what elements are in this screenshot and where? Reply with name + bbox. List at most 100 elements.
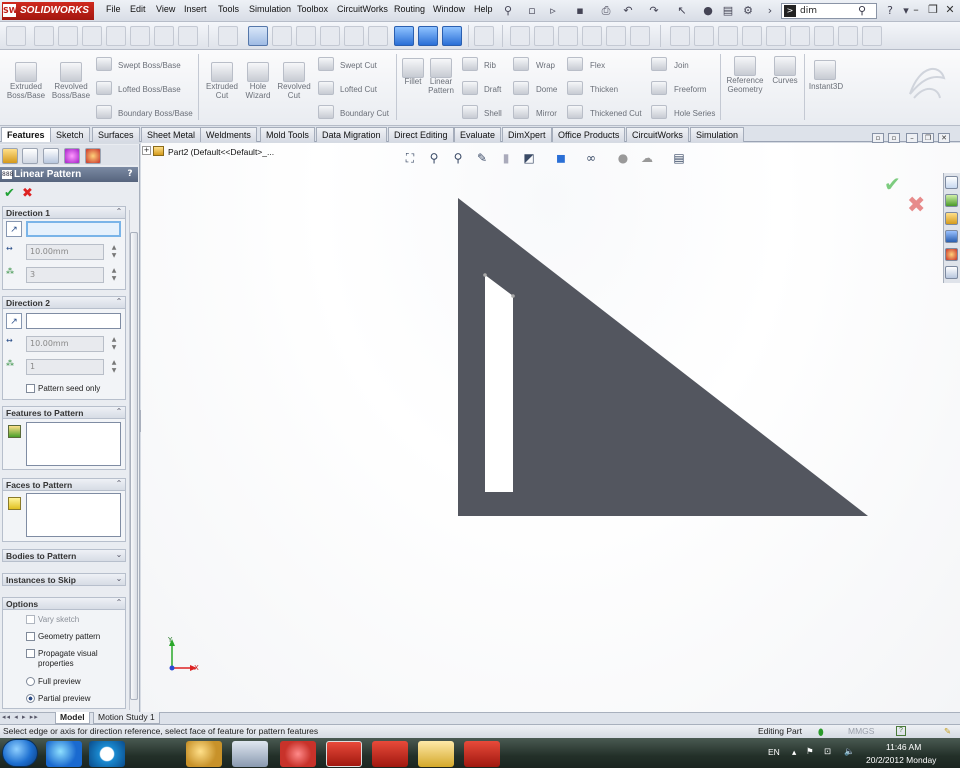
isometric-view-icon[interactable] bbox=[248, 26, 268, 46]
tab-features[interactable]: Features bbox=[1, 127, 51, 142]
internet-explorer-icon[interactable] bbox=[46, 741, 82, 767]
clock-time[interactable]: 11:46 AM bbox=[886, 742, 921, 752]
thicken-icon[interactable] bbox=[567, 81, 583, 95]
paint-icon[interactable] bbox=[186, 741, 222, 767]
thickened-cut-button[interactable]: Thickened Cut bbox=[590, 109, 642, 118]
table-format-icon[interactable] bbox=[838, 26, 858, 46]
collapse-up-icon[interactable]: ⌃ bbox=[114, 206, 124, 218]
linear-pattern-icon[interactable] bbox=[430, 58, 452, 78]
menu-circuitworks[interactable]: CircuitWorks bbox=[337, 4, 388, 14]
front-view-icon[interactable] bbox=[272, 26, 292, 46]
instances-spinner[interactable]: ▲ ▼ bbox=[110, 359, 118, 375]
reference-geometry-button[interactable]: Reference Geometry bbox=[722, 76, 768, 94]
tab-office-products[interactable]: Office Products bbox=[552, 127, 626, 142]
volume-icon[interactable]: 🔈 bbox=[844, 746, 855, 757]
table-icon[interactable] bbox=[670, 26, 690, 46]
file-properties-icon[interactable]: ▤ bbox=[720, 3, 736, 19]
help-question-icon[interactable]: ? bbox=[882, 3, 898, 19]
sketch-relation-icon[interactable] bbox=[58, 26, 78, 46]
geometry-pattern-checkbox[interactable] bbox=[26, 632, 35, 641]
menu-simulation[interactable]: Simulation bbox=[249, 4, 291, 14]
left-view-icon[interactable] bbox=[320, 26, 340, 46]
menu-help[interactable]: Help bbox=[474, 4, 493, 14]
direction1-reference-field[interactable] bbox=[26, 221, 121, 237]
mirror-icon[interactable] bbox=[513, 105, 529, 119]
instances-to-skip-header[interactable]: Instances to Skip bbox=[2, 573, 126, 586]
features-list[interactable] bbox=[26, 422, 121, 466]
units-indicator[interactable]: MMGS bbox=[848, 725, 874, 738]
normal-to-icon[interactable] bbox=[218, 26, 238, 46]
lofted-boss-button[interactable]: Lofted Boss/Base bbox=[118, 85, 181, 94]
ok-button[interactable]: ✔ bbox=[4, 186, 15, 201]
vary-sketch-checkbox[interactable] bbox=[26, 615, 35, 624]
status-help-icon[interactable]: ? bbox=[896, 726, 906, 736]
join-button[interactable]: Join bbox=[674, 61, 689, 70]
linear-pattern-button[interactable]: Linear Pattern bbox=[424, 77, 458, 95]
pattern-seed-only-checkbox[interactable] bbox=[26, 384, 35, 393]
collapse-up-icon[interactable]: ⌃ bbox=[114, 478, 124, 490]
tab-circuitworks[interactable]: CircuitWorks bbox=[626, 127, 689, 142]
thicken-button[interactable]: Thicken bbox=[590, 85, 618, 94]
search-icon[interactable]: ⚲ bbox=[854, 3, 870, 19]
tab-motion-study-1[interactable]: Motion Study 1 bbox=[93, 712, 160, 724]
lofted-cut-icon[interactable] bbox=[318, 81, 334, 95]
draft-button[interactable]: Draft bbox=[484, 85, 501, 94]
show-hidden-icons-icon[interactable]: ▴ bbox=[792, 747, 796, 758]
shell-button[interactable]: Shell bbox=[484, 109, 502, 118]
save-icon[interactable]: ▪ bbox=[572, 3, 588, 19]
sketch-mirror-icon[interactable] bbox=[178, 26, 198, 46]
back-view-icon[interactable] bbox=[296, 26, 316, 46]
spacing-spinner[interactable]: ▲ ▼ bbox=[110, 244, 118, 260]
thickened-cut-icon[interactable] bbox=[567, 105, 583, 119]
direction1-instances-field[interactable]: 3 bbox=[26, 267, 104, 283]
dimension-icon[interactable] bbox=[630, 26, 650, 46]
line-style-icon[interactable] bbox=[558, 26, 578, 46]
shell-icon[interactable] bbox=[462, 105, 478, 119]
tab-direct-editing[interactable]: Direct Editing bbox=[388, 127, 454, 142]
section-view-icon[interactable] bbox=[474, 26, 494, 46]
freeform-icon[interactable] bbox=[651, 81, 667, 95]
tab-scroll-arrows-icon[interactable]: ◂◂ ◂ ▸ ▸▸ bbox=[2, 713, 48, 723]
clock-date[interactable]: 20/2/2012 Monday bbox=[866, 755, 936, 765]
menu-tools[interactable]: Tools bbox=[218, 4, 239, 14]
layer-icon[interactable] bbox=[510, 26, 530, 46]
extruded-boss-icon[interactable] bbox=[15, 62, 37, 82]
hidden-lines-icon[interactable] bbox=[442, 26, 462, 46]
swept-cut-button[interactable]: Swept Cut bbox=[340, 61, 377, 70]
table-insert-icon[interactable] bbox=[814, 26, 834, 46]
view-tile-icon[interactable]: ▫ bbox=[888, 133, 900, 143]
direction2-spacing-field[interactable]: 10.00mm bbox=[26, 336, 104, 352]
top-view-icon[interactable] bbox=[368, 26, 388, 46]
view-restore-icon[interactable]: ❐ bbox=[922, 133, 934, 143]
restore-button[interactable]: ❐ bbox=[925, 2, 941, 18]
select-icon[interactable]: ↖ bbox=[674, 3, 690, 19]
hole-wizard-icon[interactable] bbox=[247, 62, 269, 82]
property-manager-tab-icon[interactable] bbox=[22, 148, 38, 164]
propagate-visual-checkbox[interactable] bbox=[26, 649, 35, 658]
acrobat-taskbar-icon[interactable] bbox=[464, 741, 500, 767]
messenger-icon[interactable] bbox=[89, 741, 125, 767]
extruded-boss-button[interactable]: Extruded Boss/Base bbox=[2, 82, 50, 100]
part-model[interactable] bbox=[141, 143, 960, 712]
expand-arrow-icon[interactable]: › bbox=[762, 3, 778, 19]
hole-series-icon[interactable] bbox=[651, 105, 667, 119]
tab-mold-tools[interactable]: Mold Tools bbox=[260, 127, 315, 142]
options-gear-icon[interactable]: ⚙ bbox=[740, 3, 756, 19]
snipping-tool-icon[interactable] bbox=[280, 741, 316, 767]
menu-window[interactable]: Window bbox=[433, 4, 465, 14]
collapse-up-icon[interactable]: ⌃ bbox=[114, 406, 124, 418]
view-min-icon[interactable]: – bbox=[906, 133, 918, 143]
reference-geometry-icon[interactable] bbox=[734, 56, 756, 76]
wrap-icon[interactable] bbox=[513, 57, 529, 71]
rebuild-icon[interactable]: ● bbox=[700, 3, 716, 19]
tab-data-migration[interactable]: Data Migration bbox=[316, 127, 387, 142]
swept-boss-icon[interactable] bbox=[96, 57, 112, 71]
direction2-reference-field[interactable] bbox=[26, 313, 121, 329]
smart-dimension-icon[interactable] bbox=[34, 26, 54, 46]
table-delete-icon[interactable] bbox=[790, 26, 810, 46]
revolved-cut-icon[interactable] bbox=[283, 62, 305, 82]
menu-insert[interactable]: Insert bbox=[184, 4, 207, 14]
table-row-icon[interactable] bbox=[694, 26, 714, 46]
spacing-spinner[interactable]: ▲ ▼ bbox=[110, 336, 118, 352]
start-button[interactable] bbox=[2, 739, 38, 767]
